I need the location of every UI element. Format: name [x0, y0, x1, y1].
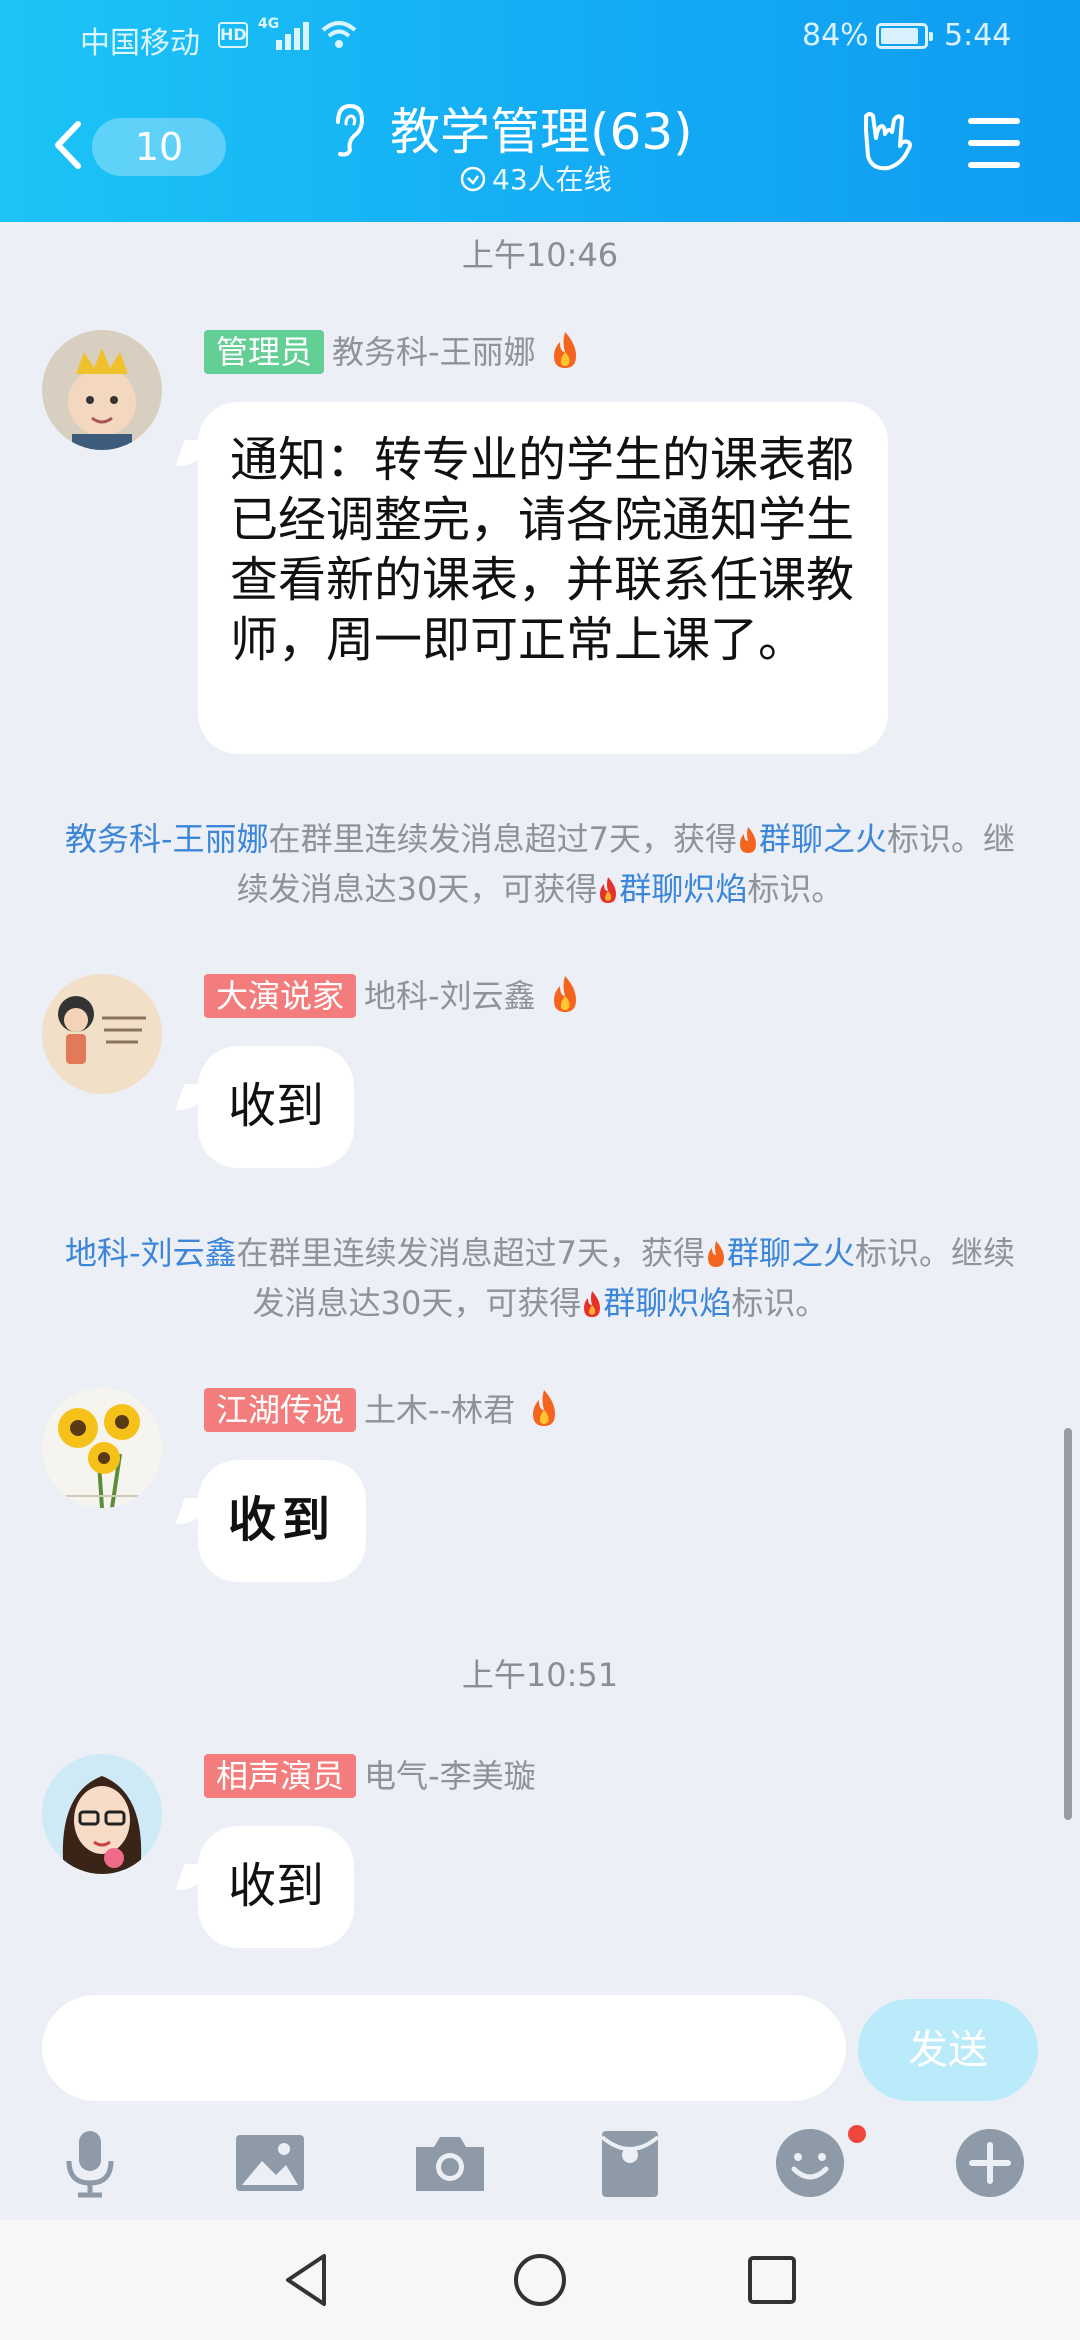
- message-bubble[interactable]: 收到: [198, 1046, 355, 1168]
- chat-message-list[interactable]: 上午10:46 管理员 教务科-王丽娜 通知：转专业的学生的课表都已经调整完，请各…: [0, 222, 1080, 1985]
- member-title-badge: 江湖传说: [204, 1388, 357, 1432]
- system-notice: 地科-刘云鑫在群里连续发消息超过7天，获得 群聊之火标识。继续发消息达30天，可获…: [65, 1234, 1015, 1322]
- avatar[interactable]: [42, 974, 162, 1094]
- time-separator: 上午10:46: [461, 236, 619, 274]
- message-bubble[interactable]: 收到: [198, 1826, 355, 1948]
- message-text: 收到: [228, 1492, 337, 1548]
- system-notice: 教务科-王丽娜在群里连续发消息超过7天，获得 群聊之火标识。继续发消息达30天，可…: [65, 820, 1015, 908]
- flame-icon: [553, 976, 576, 1012]
- sender-name[interactable]: 土木--林君: [364, 1388, 515, 1432]
- message-bubble[interactable]: 收到: [198, 1460, 367, 1582]
- message-sender: 相声演员 电气-李美璇: [204, 1754, 536, 1800]
- rock-hand-icon[interactable]: [858, 110, 920, 176]
- menu-button[interactable]: [968, 118, 1024, 170]
- group-title: 教学管理(63): [390, 103, 693, 161]
- microphone-icon[interactable]: [52, 2125, 128, 2201]
- award-link[interactable]: 群聊炽焰: [619, 870, 747, 908]
- avatar[interactable]: [42, 1388, 162, 1508]
- input-toolbar: [0, 2115, 1080, 2215]
- message-input[interactable]: [42, 1995, 846, 2101]
- notice-user-link[interactable]: 教务科-王丽娜: [65, 820, 269, 858]
- hd-icon: HD: [218, 22, 248, 48]
- notification-dot: [848, 2125, 866, 2143]
- red-packet-icon[interactable]: [592, 2125, 668, 2201]
- message-sender: 管理员 教务科-王丽娜: [204, 330, 582, 376]
- chat-header: 中国移动 HD 4G 84% 5:44 10 教学管理(63) 43人在线: [0, 0, 1080, 222]
- scrollbar[interactable]: [1064, 1428, 1072, 1820]
- chat-title-area[interactable]: 教学管理(63) 43人在线: [320, 92, 760, 202]
- avatar[interactable]: [42, 330, 162, 450]
- nav-back-icon[interactable]: [276, 2248, 340, 2312]
- message-sender: 江湖传说 土木--林君: [204, 1388, 561, 1434]
- sender-name[interactable]: 电气-李美璇: [364, 1754, 536, 1798]
- nav-home-icon[interactable]: [508, 2248, 572, 2312]
- ear-icon: [336, 103, 365, 157]
- time-separator: 上午10:51: [461, 1656, 619, 1694]
- flame-icon: [707, 1241, 724, 1267]
- signal-icon: [276, 20, 316, 50]
- online-count: 43人在线: [460, 158, 612, 198]
- wifi-icon: [321, 21, 357, 48]
- notice-user-link[interactable]: 地科-刘云鑫: [65, 1234, 237, 1272]
- battery-icon: [876, 23, 933, 49]
- unread-count-badge: 10: [92, 118, 226, 176]
- flame-icon: [553, 332, 576, 368]
- emoji-icon[interactable]: [772, 2125, 848, 2201]
- carrier-name: 中国移动: [80, 26, 200, 61]
- battery-percent: 84%: [802, 18, 869, 53]
- image-icon[interactable]: [232, 2125, 308, 2201]
- chevron-left-icon: [55, 121, 81, 169]
- check-circle-icon: [460, 166, 486, 192]
- online-count-text: 43人在线: [492, 163, 612, 196]
- avatar[interactable]: [42, 1754, 162, 1874]
- input-bar: 发送: [0, 1985, 1080, 2220]
- member-title-badge: 相声演员: [204, 1754, 357, 1798]
- sender-name[interactable]: 地科-刘云鑫: [364, 974, 536, 1018]
- flame-icon: [533, 1390, 556, 1426]
- member-title-badge: 管理员: [204, 330, 325, 374]
- award-link[interactable]: 群聊之火: [727, 1234, 855, 1272]
- message-sender: 大演说家 地科-刘云鑫: [204, 974, 582, 1020]
- nav-recents-icon[interactable]: [740, 2248, 804, 2312]
- system-nav-bar: [0, 2220, 1080, 2340]
- sender-name[interactable]: 教务科-王丽娜: [332, 330, 536, 374]
- message-bubble[interactable]: 通知：转专业的学生的课表都已经调整完，请各院通知学生查看新的课表，并联系任课教师…: [198, 402, 888, 754]
- back-button[interactable]: 10: [40, 112, 226, 178]
- member-title-badge: 大演说家: [204, 974, 357, 1018]
- award-link[interactable]: 群聊之火: [759, 820, 887, 858]
- status-bar: 中国移动 HD 4G 84% 5:44: [0, 0, 1080, 74]
- clock: 5:44: [944, 18, 1012, 53]
- blaze-icon: [600, 877, 617, 903]
- send-button[interactable]: 发送: [858, 1999, 1038, 2101]
- plus-icon[interactable]: [952, 2125, 1028, 2201]
- blaze-icon: [584, 1291, 601, 1317]
- camera-icon[interactable]: [412, 2125, 488, 2201]
- flame-icon: [739, 827, 756, 853]
- award-link[interactable]: 群聊炽焰: [603, 1284, 731, 1322]
